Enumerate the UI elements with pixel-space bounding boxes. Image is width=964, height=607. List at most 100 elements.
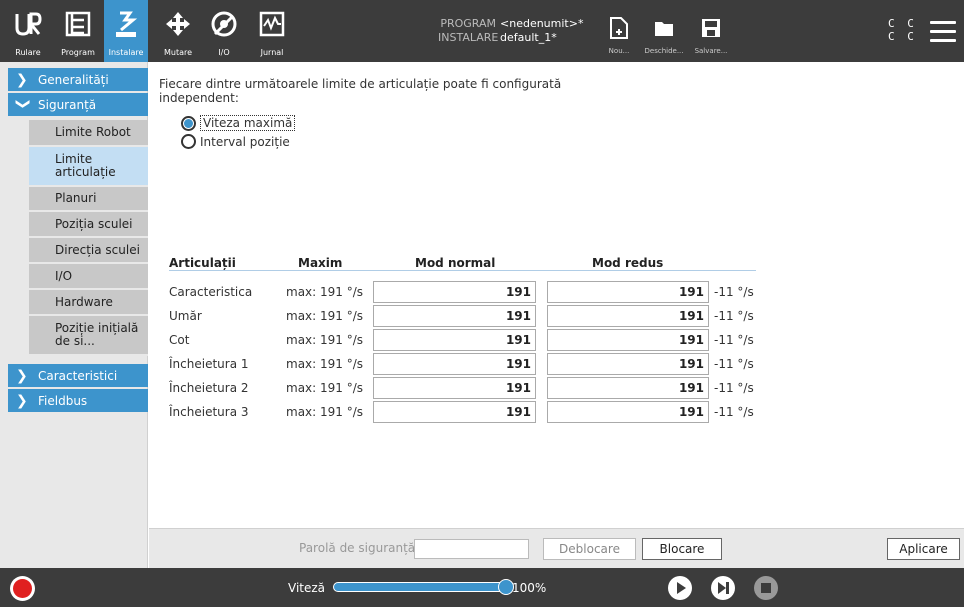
program-icon (65, 11, 91, 37)
normal-mode-input[interactable]: 191 (373, 353, 536, 375)
sidebar-group-fieldbus[interactable]: ❯ Fieldbus (8, 389, 148, 412)
stop-icon (761, 583, 771, 593)
sidebar-item-label: Planuri (55, 191, 97, 205)
open-button-label: Deschide... (644, 47, 684, 55)
radio-label: Interval poziție (200, 134, 290, 149)
radio-max-speed[interactable]: Viteza maximă (181, 115, 296, 131)
lock-button[interactable]: Blocare (642, 538, 722, 560)
top-bar: Rulare Program Instalare Mutare I/O Jurn… (0, 0, 964, 62)
joint-limits-panel: Fiecare dintre următoarele limite de art… (149, 62, 964, 528)
normal-mode-input[interactable]: 191 (373, 377, 536, 399)
reduced-mode-input[interactable]: 191 (547, 329, 709, 351)
tab-installation[interactable]: Instalare (104, 0, 148, 62)
radio-position-range[interactable]: Interval poziție (181, 134, 290, 149)
program-name: <nedenumit>* (500, 17, 584, 30)
connection-status: C C C C (888, 17, 917, 43)
save-button[interactable]: Salvare... (688, 0, 734, 62)
safety-password-bar: Parolă de siguranță Deblocare Blocare Ap… (149, 528, 964, 568)
sidebar-group-label: Siguranță (38, 97, 97, 112)
installation-label: INSTALARE (438, 31, 499, 44)
radio-selected-icon (181, 115, 196, 131)
reduced-mode-input[interactable]: 191 (547, 281, 709, 303)
cc-bottom: C C (888, 30, 917, 43)
open-button[interactable]: Deschide... (641, 0, 687, 62)
sidebar-item-tool-direction[interactable]: Direcția sculei (29, 238, 148, 264)
reduced-unit: -11 °/s (714, 309, 754, 323)
reduced-unit: -11 °/s (714, 381, 754, 395)
log-icon (259, 11, 285, 37)
header-normal-mode: Mod normal (415, 256, 496, 270)
stop-button[interactable] (754, 576, 778, 600)
sidebar-item-joint-limits[interactable]: Limite articulație (29, 147, 148, 187)
tab-run[interactable]: Rulare (8, 0, 48, 62)
sidebar-item-label: Limite articulație (55, 152, 116, 179)
sidebar-item-io[interactable]: I/O (29, 264, 148, 290)
new-button[interactable]: Nou... (596, 0, 642, 62)
installation-icon (116, 11, 138, 37)
normal-mode-input[interactable]: 191 (373, 305, 536, 327)
speed-slider[interactable] (333, 582, 505, 592)
chevron-right-icon: ❯ (16, 71, 28, 88)
joint-name: Umăr (169, 309, 202, 323)
joint-max: max: 191 °/s (286, 309, 364, 323)
sidebar-item-home-position[interactable]: Poziție inițială de si... (29, 316, 148, 356)
sidebar-group-general[interactable]: ❯ Generalități (8, 68, 148, 91)
sidebar-item-planes[interactable]: Planuri (29, 187, 148, 212)
play-button[interactable] (668, 576, 692, 600)
sidebar-item-label: Direcția sculei (55, 242, 140, 257)
password-input[interactable] (414, 539, 529, 559)
move-icon (166, 12, 190, 36)
play-icon (677, 582, 686, 594)
normal-mode-input[interactable]: 191 (373, 329, 536, 351)
reduced-mode-input[interactable]: 191 (547, 353, 709, 375)
header-joints: Articulații (169, 256, 236, 270)
chevron-right-icon: ❯ (16, 367, 28, 384)
reduced-unit: -11 °/s (714, 285, 754, 299)
step-button[interactable] (711, 576, 735, 600)
sidebar-item-hardware[interactable]: Hardware (29, 290, 148, 316)
normal-mode-input[interactable]: 191 (373, 401, 536, 423)
sidebar-group-safety[interactable]: ❯ Siguranță (8, 93, 148, 116)
tab-program-label: Program (61, 48, 95, 57)
sidebar-item-label: Hardware (55, 294, 113, 309)
tab-io-label: I/O (218, 48, 230, 57)
hamburger-menu-icon[interactable] (930, 21, 956, 43)
unlock-button[interactable]: Deblocare (543, 538, 636, 560)
sidebar-item-label: Poziția sculei (55, 216, 133, 231)
sidebar-item-label: Poziție inițială de si... (55, 321, 139, 348)
sidebar-item-label: I/O (55, 268, 73, 283)
sidebar: ❯ Generalități ❯ Siguranță Limite Robot … (0, 62, 148, 568)
sidebar-item-label: Limite Robot (55, 125, 131, 139)
header-max: Maxim (298, 256, 343, 270)
reduced-unit: -11 °/s (714, 333, 754, 347)
reduced-mode-input[interactable]: 191 (547, 377, 709, 399)
table-header-divider (169, 270, 756, 271)
reduced-mode-input[interactable]: 191 (547, 305, 709, 327)
sidebar-item-tool-position[interactable]: Poziția sculei (29, 212, 148, 238)
sidebar-group-label: Caracteristici (38, 368, 118, 383)
description-text: Fiecare dintre următoarele limite de art… (159, 77, 562, 105)
sidebar-group-label: Generalități (38, 72, 109, 87)
power-status-icon[interactable] (10, 576, 35, 601)
reduced-unit: -11 °/s (714, 357, 754, 371)
tab-move-label: Mutare (163, 48, 193, 57)
new-button-label: Nou... (608, 47, 630, 55)
sidebar-item-robot-limits[interactable]: Limite Robot (29, 120, 148, 147)
step-icon (718, 582, 729, 594)
save-icon (702, 19, 720, 37)
tab-program[interactable]: Program (56, 0, 100, 62)
header-reduced-mode: Mod redus (592, 256, 664, 270)
sidebar-group-features[interactable]: ❯ Caracteristici (8, 364, 148, 387)
save-button-label: Salvare... (694, 47, 728, 55)
new-file-icon (610, 17, 628, 39)
tab-move[interactable]: Mutare (158, 0, 198, 62)
apply-button[interactable]: Aplicare (887, 538, 960, 560)
tab-log[interactable]: Jurnal (254, 0, 290, 62)
tab-io[interactable]: I/O (204, 0, 244, 62)
normal-mode-input[interactable]: 191 (373, 281, 536, 303)
joint-max: max: 191 °/s (286, 285, 364, 299)
joint-max: max: 191 °/s (286, 405, 364, 419)
reduced-mode-input[interactable]: 191 (547, 401, 709, 423)
joint-name: Încheietura 2 (169, 381, 249, 395)
joint-name: Cot (169, 333, 190, 347)
